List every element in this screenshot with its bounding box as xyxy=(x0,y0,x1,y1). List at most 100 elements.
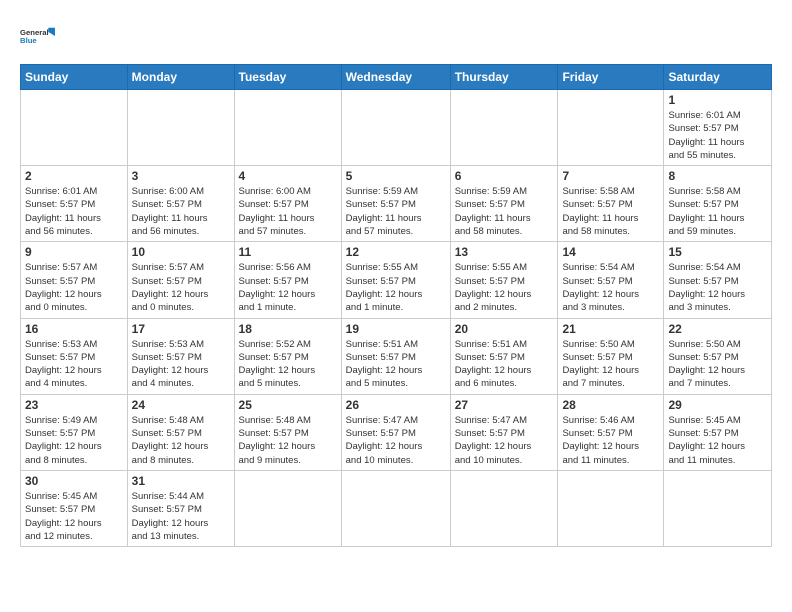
day-info: Sunrise: 5:49 AM Sunset: 5:57 PM Dayligh… xyxy=(25,414,123,467)
calendar-cell xyxy=(558,90,664,166)
day-number: 17 xyxy=(132,322,230,336)
calendar-cell: 27Sunrise: 5:47 AM Sunset: 5:57 PM Dayli… xyxy=(450,394,558,470)
day-number: 29 xyxy=(668,398,767,412)
weekday-header-tuesday: Tuesday xyxy=(234,65,341,90)
day-info: Sunrise: 5:51 AM Sunset: 5:57 PM Dayligh… xyxy=(346,338,446,391)
day-info: Sunrise: 5:45 AM Sunset: 5:57 PM Dayligh… xyxy=(668,414,767,467)
day-info: Sunrise: 5:59 AM Sunset: 5:57 PM Dayligh… xyxy=(455,185,554,238)
calendar-cell: 1Sunrise: 6:01 AM Sunset: 5:57 PM Daylig… xyxy=(664,90,772,166)
calendar-table: SundayMondayTuesdayWednesdayThursdayFrid… xyxy=(20,64,772,547)
calendar-week-6: 30 Sunrise: 5:45 AM Sunset: 5:57 PM Dayli… xyxy=(21,470,772,546)
day-info: Sunrise: 5:52 AM Sunset: 5:57 PM Dayligh… xyxy=(239,338,337,391)
day-info: Sunrise: 5:48 AM Sunset: 5:57 PM Dayligh… xyxy=(132,414,230,467)
calendar-cell: 26Sunrise: 5:47 AM Sunset: 5:57 PM Dayli… xyxy=(341,394,450,470)
day-number: 24 xyxy=(132,398,230,412)
calendar-cell: 30 Sunrise: 5:45 AM Sunset: 5:57 PM Dayli… xyxy=(21,470,128,546)
day-info: Sunrise: 5:44 AM Sunset: 5:57 PM Dayligh… xyxy=(132,490,230,543)
day-number: 30 xyxy=(25,474,123,488)
calendar-cell: 5Sunrise: 5:59 AM Sunset: 5:57 PM Daylig… xyxy=(341,166,450,242)
day-number: 28 xyxy=(562,398,659,412)
calendar-cell: 28 Sunrise: 5:46 AM Sunset: 5:57 PM Dayli… xyxy=(558,394,664,470)
calendar-cell: 31 Sunrise: 5:44 AM Sunset: 5:57 PM Dayli… xyxy=(127,470,234,546)
weekday-header-thursday: Thursday xyxy=(450,65,558,90)
day-info: Sunrise: 5:50 AM Sunset: 5:57 PM Dayligh… xyxy=(668,338,767,391)
weekday-header-sunday: Sunday xyxy=(21,65,128,90)
day-number: 18 xyxy=(239,322,337,336)
calendar-cell: 22 Sunrise: 5:50 AM Sunset: 5:57 PM Dayli… xyxy=(664,318,772,394)
day-number: 25 xyxy=(239,398,337,412)
day-number: 13 xyxy=(455,245,554,259)
day-info: Sunrise: 5:54 AM Sunset: 5:57 PM Dayligh… xyxy=(668,261,767,314)
calendar-cell: 11Sunrise: 5:56 AM Sunset: 5:57 PM Dayli… xyxy=(234,242,341,318)
logo-icon: GeneralBlue xyxy=(20,18,56,54)
calendar-cell xyxy=(127,90,234,166)
day-number: 26 xyxy=(346,398,446,412)
day-number: 9 xyxy=(25,245,123,259)
calendar-cell xyxy=(558,470,664,546)
calendar-cell: 25 Sunrise: 5:48 AM Sunset: 5:57 PM Dayli… xyxy=(234,394,341,470)
calendar-cell: 19 Sunrise: 5:51 AM Sunset: 5:57 PM Dayli… xyxy=(341,318,450,394)
day-number: 2 xyxy=(25,169,123,183)
day-info: Sunrise: 5:55 AM Sunset: 5:57 PM Dayligh… xyxy=(455,261,554,314)
day-info: Sunrise: 5:57 AM Sunset: 5:57 PM Dayligh… xyxy=(132,261,230,314)
day-number: 14 xyxy=(562,245,659,259)
calendar-cell xyxy=(450,90,558,166)
day-number: 12 xyxy=(346,245,446,259)
day-number: 31 xyxy=(132,474,230,488)
day-number: 19 xyxy=(346,322,446,336)
svg-text:General: General xyxy=(20,28,49,37)
calendar-header: SundayMondayTuesdayWednesdayThursdayFrid… xyxy=(21,65,772,90)
calendar-page: GeneralBlue SundayMondayTuesdayWednesday… xyxy=(0,0,792,612)
day-number: 23 xyxy=(25,398,123,412)
calendar-week-1: 1Sunrise: 6:01 AM Sunset: 5:57 PM Daylig… xyxy=(21,90,772,166)
day-number: 10 xyxy=(132,245,230,259)
weekday-header-friday: Friday xyxy=(558,65,664,90)
calendar-body: 1Sunrise: 6:01 AM Sunset: 5:57 PM Daylig… xyxy=(21,90,772,547)
day-number: 22 xyxy=(668,322,767,336)
day-info: Sunrise: 5:46 AM Sunset: 5:57 PM Dayligh… xyxy=(562,414,659,467)
calendar-cell xyxy=(664,470,772,546)
day-info: Sunrise: 5:48 AM Sunset: 5:57 PM Dayligh… xyxy=(239,414,337,467)
day-info: Sunrise: 5:56 AM Sunset: 5:57 PM Dayligh… xyxy=(239,261,337,314)
calendar-cell: 15 Sunrise: 5:54 AM Sunset: 5:57 PM Dayli… xyxy=(664,242,772,318)
weekday-header-saturday: Saturday xyxy=(664,65,772,90)
day-info: Sunrise: 6:00 AM Sunset: 5:57 PM Dayligh… xyxy=(239,185,337,238)
day-number: 27 xyxy=(455,398,554,412)
day-info: Sunrise: 5:51 AM Sunset: 5:57 PM Dayligh… xyxy=(455,338,554,391)
calendar-cell: 3Sunrise: 6:00 AM Sunset: 5:57 PM Daylig… xyxy=(127,166,234,242)
day-info: Sunrise: 5:59 AM Sunset: 5:57 PM Dayligh… xyxy=(346,185,446,238)
calendar-cell: 8Sunrise: 5:58 AM Sunset: 5:57 PM Daylig… xyxy=(664,166,772,242)
calendar-cell xyxy=(341,470,450,546)
weekday-header-monday: Monday xyxy=(127,65,234,90)
calendar-week-5: 23 Sunrise: 5:49 AM Sunset: 5:57 PM Dayli… xyxy=(21,394,772,470)
calendar-cell xyxy=(341,90,450,166)
calendar-cell: 6 Sunrise: 5:59 AM Sunset: 5:57 PM Daylig… xyxy=(450,166,558,242)
day-info: Sunrise: 5:58 AM Sunset: 5:57 PM Dayligh… xyxy=(562,185,659,238)
day-info: Sunrise: 5:53 AM Sunset: 5:57 PM Dayligh… xyxy=(25,338,123,391)
day-number: 20 xyxy=(455,322,554,336)
weekday-header-row: SundayMondayTuesdayWednesdayThursdayFrid… xyxy=(21,65,772,90)
day-number: 15 xyxy=(668,245,767,259)
day-number: 16 xyxy=(25,322,123,336)
calendar-cell xyxy=(21,90,128,166)
day-info: Sunrise: 6:01 AM Sunset: 5:57 PM Dayligh… xyxy=(668,109,767,162)
day-number: 6 xyxy=(455,169,554,183)
day-info: Sunrise: 5:50 AM Sunset: 5:57 PM Dayligh… xyxy=(562,338,659,391)
day-number: 21 xyxy=(562,322,659,336)
day-number: 3 xyxy=(132,169,230,183)
day-info: Sunrise: 5:55 AM Sunset: 5:57 PM Dayligh… xyxy=(346,261,446,314)
day-info: Sunrise: 5:53 AM Sunset: 5:57 PM Dayligh… xyxy=(132,338,230,391)
calendar-cell: 10 Sunrise: 5:57 AM Sunset: 5:57 PM Dayli… xyxy=(127,242,234,318)
day-info: Sunrise: 6:01 AM Sunset: 5:57 PM Dayligh… xyxy=(25,185,123,238)
calendar-cell: 20 Sunrise: 5:51 AM Sunset: 5:57 PM Dayli… xyxy=(450,318,558,394)
calendar-cell: 14Sunrise: 5:54 AM Sunset: 5:57 PM Dayli… xyxy=(558,242,664,318)
page-header: GeneralBlue xyxy=(20,18,772,54)
calendar-cell: 18 Sunrise: 5:52 AM Sunset: 5:57 PM Dayli… xyxy=(234,318,341,394)
day-number: 4 xyxy=(239,169,337,183)
calendar-week-4: 16 Sunrise: 5:53 AM Sunset: 5:57 PM Dayli… xyxy=(21,318,772,394)
calendar-week-3: 9 Sunrise: 5:57 AM Sunset: 5:57 PM Daylig… xyxy=(21,242,772,318)
calendar-cell: 2 Sunrise: 6:01 AM Sunset: 5:57 PM Daylig… xyxy=(21,166,128,242)
calendar-cell: 12 Sunrise: 5:55 AM Sunset: 5:57 PM Dayli… xyxy=(341,242,450,318)
day-info: Sunrise: 5:45 AM Sunset: 5:57 PM Dayligh… xyxy=(25,490,123,543)
calendar-cell: 29 Sunrise: 5:45 AM Sunset: 5:57 PM Dayli… xyxy=(664,394,772,470)
